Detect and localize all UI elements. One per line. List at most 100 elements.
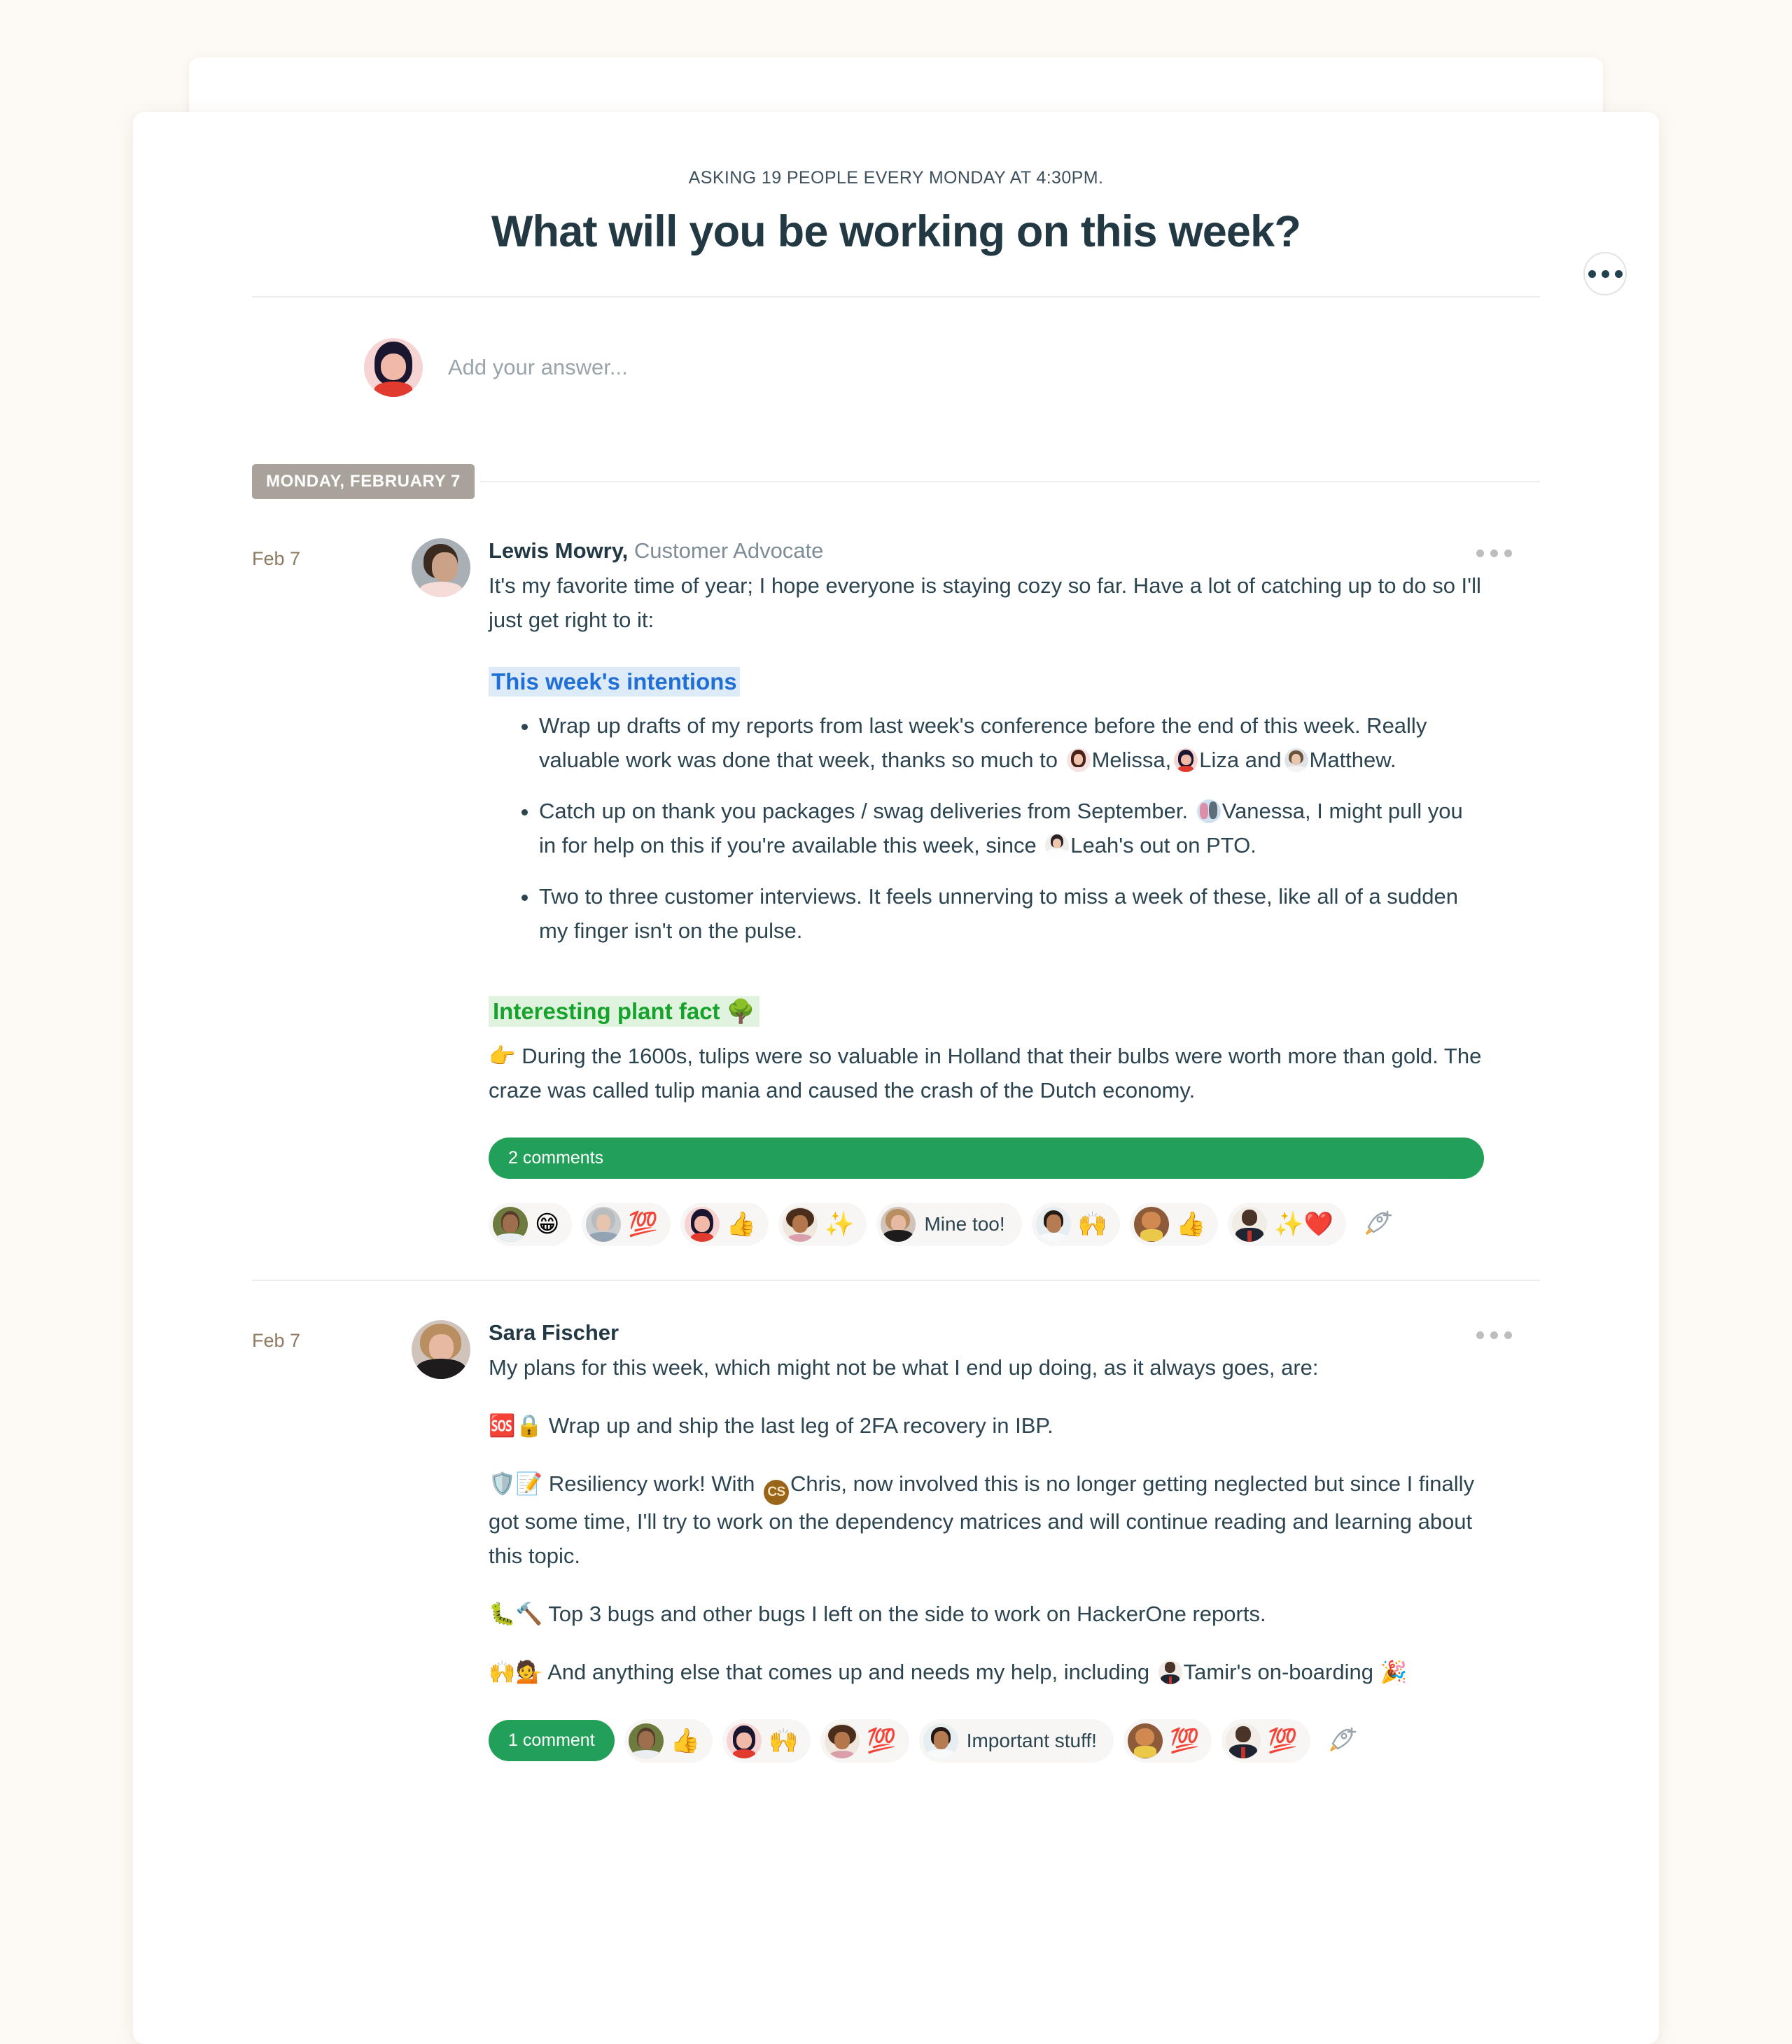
reaction-pill[interactable]: ✨❤️	[1228, 1202, 1347, 1246]
ellipsis-dot	[1614, 270, 1623, 278]
bug-hammer-icon: 🐛🔨	[489, 1601, 543, 1627]
ellipsis-dot	[1476, 550, 1484, 557]
reaction-pill[interactable]: 👍	[680, 1202, 769, 1246]
reaction-pill[interactable]: 🙌	[1031, 1202, 1120, 1246]
avatar	[783, 1206, 818, 1242]
reaction-text: Important stuff!	[966, 1729, 1097, 1751]
post-options-button[interactable]	[1476, 550, 1512, 557]
mention-avatar-vanessa[interactable]	[1196, 799, 1221, 823]
reaction-pill[interactable]: 💯	[582, 1202, 671, 1246]
mention-chris[interactable]: Chris,	[790, 1471, 847, 1496]
mention-liza[interactable]: Liza and	[1199, 748, 1281, 772]
avatar	[412, 538, 470, 597]
paragraph-text: Top 3 bugs and other bugs I left on the …	[548, 1601, 1266, 1626]
avatar	[586, 1206, 622, 1242]
reaction-pill[interactable]: ✨	[778, 1202, 867, 1246]
paragraph-text: And anything else that comes up and need…	[547, 1659, 1156, 1684]
reaction-pill[interactable]: 🙌	[722, 1718, 811, 1763]
pointing-right-icon: 👉	[489, 1043, 516, 1069]
reaction-emoji: ✨	[825, 1210, 855, 1238]
intentions-list: Wrap up drafts of my reports from last w…	[489, 709, 1484, 948]
post-author-name: Lewis Mowry,	[489, 538, 629, 563]
reaction-pill[interactable]: 💯	[1222, 1718, 1310, 1763]
avatar	[1226, 1723, 1261, 1758]
paragraph-text: Wrap up and ship the last leg of 2FA rec…	[548, 1413, 1054, 1438]
ellipsis-dot	[1601, 270, 1609, 278]
reaction-text: Mine too!	[924, 1212, 1005, 1235]
reaction-pill[interactable]: 👍	[1130, 1202, 1219, 1246]
avatar	[727, 1723, 762, 1758]
tree-icon: 🌳	[726, 997, 755, 1025]
mention-tamir[interactable]: Tamir's on-boarding	[1184, 1660, 1373, 1684]
mention-avatar-chris[interactable]: CS	[764, 1479, 790, 1505]
date-divider: MONDAY, FEBRUARY 7	[252, 464, 1540, 499]
bullet-text: Catch up on thank you packages / swag de…	[539, 798, 1194, 823]
reaction-emoji: 👍	[726, 1210, 757, 1238]
avatar	[412, 1320, 470, 1379]
post-avatar	[412, 538, 489, 1246]
rocket-add-icon[interactable]	[1320, 1721, 1364, 1761]
reaction-pill[interactable]: Mine too!	[876, 1202, 1022, 1246]
mention-avatar-tamir[interactable]	[1158, 1660, 1182, 1684]
schedule-subtitle: ASKING 19 PEOPLE EVERY MONDAY AT 4:30PM.	[688, 168, 1104, 188]
mention-avatar-liza[interactable]	[1174, 748, 1198, 772]
reaction-pill[interactable]: 😁	[489, 1202, 573, 1246]
reaction-emoji: 👍	[1176, 1210, 1206, 1238]
avatar	[628, 1723, 664, 1758]
divider-line	[479, 481, 1540, 482]
list-item: Wrap up drafts of my reports from last w…	[539, 709, 1484, 778]
reaction-emoji: 💯	[867, 1726, 897, 1755]
comments-button[interactable]: 1 comment	[489, 1720, 615, 1761]
reactions-row: 1 comment 👍 🙌 💯 Important stuff! 💯 💯	[489, 1718, 1484, 1763]
avatar	[684, 1206, 720, 1242]
reaction-emoji: 💯	[1268, 1726, 1298, 1755]
card-options-button[interactable]	[1583, 252, 1627, 295]
plant-fact-paragraph: 👉 During the 1600s, tulips were so valua…	[489, 1040, 1484, 1108]
reaction-pill[interactable]: 💯	[1123, 1718, 1212, 1763]
post-paragraph: 🐛🔨 Top 3 bugs and other bugs I left on t…	[489, 1597, 1484, 1632]
reaction-emoji: ✨❤️	[1274, 1210, 1334, 1238]
reaction-pill[interactable]: 💯	[820, 1718, 909, 1763]
answer-composer[interactable]: Add your answer...	[252, 296, 1540, 464]
mention-melissa[interactable]: Melissa,	[1092, 748, 1172, 772]
reaction-pill[interactable]: Important stuff!	[918, 1718, 1114, 1763]
reaction-emoji: 😁	[535, 1210, 560, 1238]
mention-matthew[interactable]: Matthew.	[1310, 748, 1396, 772]
avatar	[364, 338, 423, 397]
reaction-emoji: 👍	[670, 1726, 701, 1755]
sos-lock-icon: 🆘🔒	[489, 1413, 543, 1438]
post: Feb 7 Sara Fischer My plans for this wee…	[252, 1279, 1540, 1763]
mention-avatar-melissa[interactable]	[1066, 748, 1091, 772]
date-chip: MONDAY, FEBRUARY 7	[252, 464, 475, 499]
reaction-pill[interactable]: 👍	[624, 1718, 713, 1763]
paragraph-text: Resiliency work! With	[548, 1471, 762, 1496]
rocket-add-icon[interactable]	[1356, 1204, 1399, 1245]
plant-heading-text: Interesting plant fact	[493, 997, 720, 1024]
mention-avatar-leah[interactable]	[1045, 833, 1070, 858]
avatar	[1035, 1206, 1071, 1242]
post-avatar	[412, 1320, 489, 1763]
list-item: Two to three customer interviews. It fee…	[539, 880, 1484, 948]
avatar	[923, 1723, 958, 1758]
post-options-button[interactable]	[1476, 1331, 1512, 1339]
ellipsis-dot	[1490, 550, 1498, 557]
list-item: Catch up on thank you packages / swag de…	[539, 794, 1484, 863]
post-paragraph: 🛡️📝 Resiliency work! With CS Chris, now i…	[489, 1467, 1484, 1574]
avatar	[1134, 1206, 1169, 1242]
post-paragraph: 🆘🔒 Wrap up and ship the last leg of 2FA …	[489, 1409, 1484, 1443]
post: Feb 7 Lewis Mowry, Customer Advocate It'…	[252, 499, 1540, 1246]
shield-memo-icon: 🛡️📝	[489, 1471, 543, 1497]
post-paragraph: 🙌💁 And anything else that comes up and n…	[489, 1656, 1484, 1690]
post-date: Feb 7	[252, 1329, 301, 1351]
mention-avatar-matthew[interactable]	[1284, 748, 1308, 772]
avatar	[881, 1206, 916, 1242]
post-date: Feb 7	[252, 548, 301, 569]
post-intro: It's my favorite time of year; I hope ev…	[489, 573, 1481, 632]
ellipsis-dot	[1504, 550, 1512, 557]
ellipsis-dot	[1588, 270, 1596, 278]
answer-input-placeholder[interactable]: Add your answer...	[448, 355, 628, 380]
plant-fact-text: During the 1600s, tulips were so valuabl…	[489, 1043, 1482, 1102]
post-author-role: Customer Advocate	[634, 538, 824, 563]
post-author-name: Sara Fischer	[489, 1320, 620, 1345]
comments-button[interactable]: 2 comments	[489, 1137, 1484, 1179]
